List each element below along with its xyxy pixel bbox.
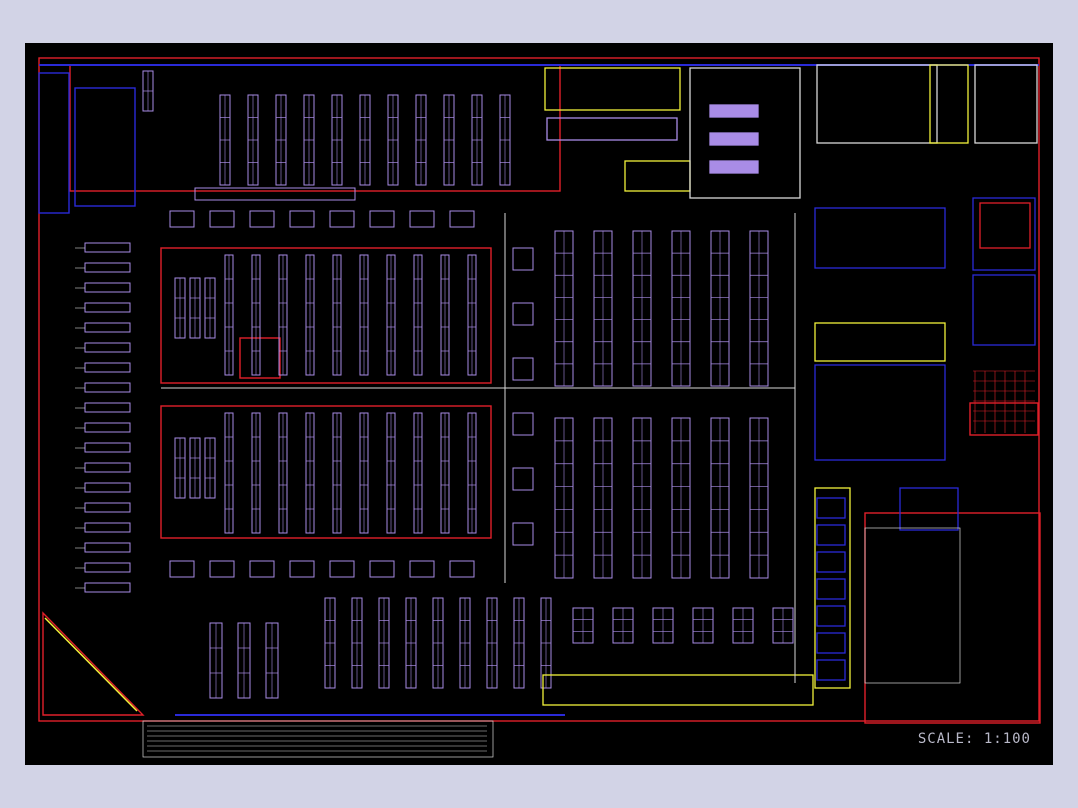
checkout-lane [84, 562, 131, 573]
bottom-counter [542, 674, 814, 706]
checkout-lane [84, 362, 131, 373]
checkout-lane [84, 342, 131, 353]
checkout-lane [84, 462, 131, 473]
records-room [974, 64, 1038, 144]
shelving-fixtures [84, 70, 794, 699]
loading-dock-wall [864, 512, 1041, 724]
endcap-top [369, 210, 395, 228]
checkout-lane [84, 542, 131, 553]
promo-table [512, 412, 534, 436]
endcap-top [289, 210, 315, 228]
endcap-top [449, 210, 475, 228]
cold-room-wall [969, 402, 1039, 436]
freezer-block [814, 364, 946, 461]
truck-apron [864, 527, 961, 684]
endcap-top [209, 210, 235, 228]
receiving-bay [816, 524, 846, 546]
display-case [624, 160, 691, 192]
receiving-bay [816, 605, 846, 627]
break-room [972, 197, 1036, 271]
endcap-bottom [409, 560, 435, 578]
promo-table [512, 247, 534, 271]
promo-table [512, 467, 534, 491]
checkout-lane [84, 282, 131, 293]
endcap-top [169, 210, 195, 228]
dock-office [899, 487, 959, 531]
receiving-bay [816, 578, 846, 600]
endcap-top [409, 210, 435, 228]
misc-linework [75, 213, 961, 758]
endcap-top [329, 210, 355, 228]
bakery-rack [709, 104, 759, 118]
conference-table [979, 202, 1031, 249]
checkout-lane [84, 522, 131, 533]
receiving-bay [816, 497, 846, 519]
endcap-bottom [169, 560, 195, 578]
scale-label: SCALE: 1:100 [917, 731, 1031, 747]
endcap-bottom [249, 560, 275, 578]
store-floor-plan [38, 57, 1041, 758]
exterior-wall [38, 57, 1040, 722]
receiving-bay [816, 659, 846, 681]
office-suite [816, 64, 938, 144]
locker-room [972, 274, 1036, 346]
endcap-top [249, 210, 275, 228]
checkout-lane [84, 482, 131, 493]
endcap-bottom [449, 560, 475, 578]
bakery-rack [709, 160, 759, 174]
building-walls [38, 57, 1041, 724]
checkout-lane [84, 322, 131, 333]
endcap-bottom [209, 560, 235, 578]
promo-table [512, 357, 534, 381]
receiving-bay [816, 632, 846, 654]
receiving-bay [816, 551, 846, 573]
entrance-canopy [142, 720, 494, 758]
cad-drawing-viewport[interactable]: SCALE: 1:100 [25, 43, 1053, 765]
endcap-bottom [369, 560, 395, 578]
kitchen-block [814, 207, 946, 269]
top-checkout-row [194, 187, 356, 201]
promo-table [512, 302, 534, 326]
endcap-bottom [289, 560, 315, 578]
endcap-bottom [329, 560, 355, 578]
prep-counter [544, 67, 681, 111]
entry-vestibule [38, 72, 70, 214]
checkout-lane [84, 422, 131, 433]
cooler-yellow [814, 322, 946, 362]
promo-table [512, 522, 534, 546]
checkout-lane [84, 442, 131, 453]
checkout-lane [84, 262, 131, 273]
checkout-lane [84, 382, 131, 393]
manager-office [929, 64, 969, 144]
checkout-lane [84, 402, 131, 413]
entrance-wedge [42, 611, 145, 716]
back-of-house-rooms [542, 64, 1038, 706]
bakery-rack [709, 132, 759, 146]
checkout-lane [84, 302, 131, 313]
checkout-lane [84, 242, 131, 253]
prep-counter-back [546, 117, 678, 141]
checkout-lane [84, 502, 131, 513]
restroom-block [74, 87, 136, 207]
entrance-glass [44, 617, 138, 712]
checkout-lane [84, 582, 131, 593]
